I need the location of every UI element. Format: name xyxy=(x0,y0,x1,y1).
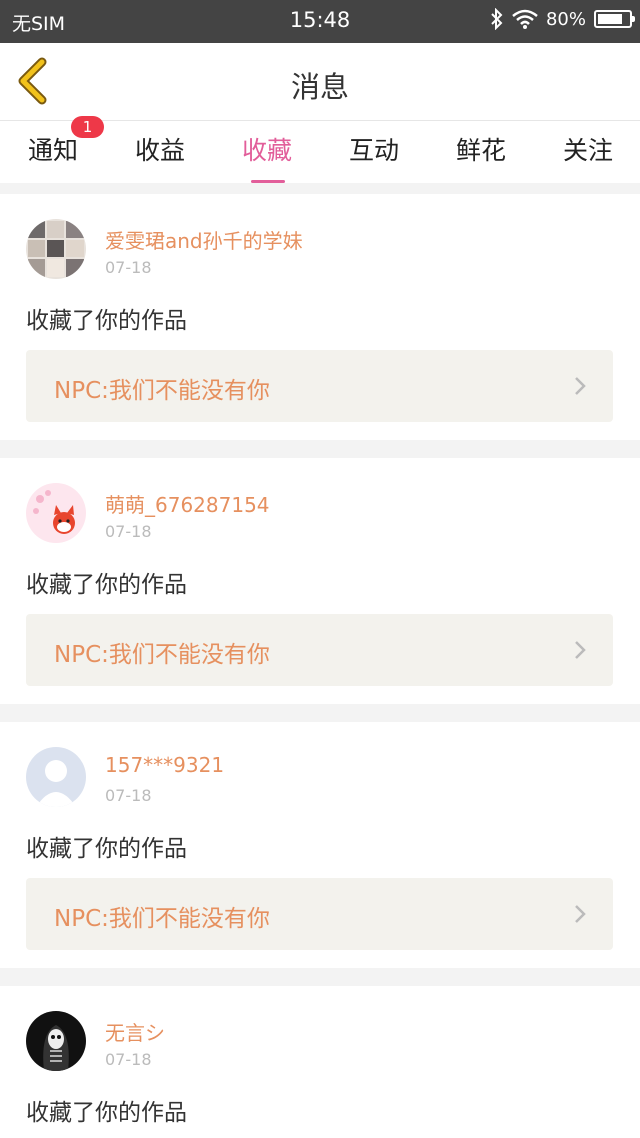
work-title: NPC:我们不能没有你 xyxy=(54,378,270,404)
message-action: 收藏了你的作品 xyxy=(26,1100,187,1126)
tab-earnings[interactable]: 收益 xyxy=(107,131,213,167)
work-title: NPC:我们不能没有你 xyxy=(54,906,270,932)
username[interactable]: 无言シ xyxy=(105,1017,165,1046)
bluetooth-icon xyxy=(491,8,503,30)
message-action: 收藏了你的作品 xyxy=(26,308,187,334)
wifi-icon xyxy=(512,9,538,29)
battery-icon xyxy=(594,10,635,28)
message-action: 收藏了你的作品 xyxy=(26,572,187,598)
avatar[interactable] xyxy=(26,483,86,543)
username[interactable]: 爱雯珺and孙千的学妹 xyxy=(105,225,303,254)
message-card: 萌萌_676287154 07-18 收藏了你的作品 NPC:我们不能没有你 xyxy=(0,458,640,704)
tab-follow[interactable]: 关注 xyxy=(535,131,640,167)
avatar[interactable] xyxy=(26,219,86,279)
page-title: 消息 xyxy=(290,70,349,104)
battery-percent: 80% xyxy=(545,8,586,30)
username[interactable]: 萌萌_676287154 xyxy=(105,489,270,518)
notification-badge: 1 xyxy=(71,116,104,138)
message-date: 07-18 xyxy=(105,1050,152,1069)
chevron-right-icon xyxy=(575,377,586,395)
tab-label: 关注 xyxy=(562,136,613,165)
tab-label: 鲜花 xyxy=(455,136,506,165)
work-link[interactable]: NPC:我们不能没有你 xyxy=(26,614,613,686)
chevron-right-icon xyxy=(575,641,586,659)
status-icons: 80% xyxy=(490,8,635,30)
message-card: 爱雯珺and孙千的学妹 07-18 收藏了你的作品 NPC:我们不能没有你 xyxy=(0,194,640,440)
message-date: 07-18 xyxy=(105,522,152,541)
nav-header: 消息 xyxy=(0,43,640,121)
tab-label: 收益 xyxy=(134,136,185,165)
work-link[interactable]: NPC:我们不能没有你 xyxy=(26,878,613,950)
tab-label: 互动 xyxy=(348,136,399,165)
chevron-right-icon xyxy=(575,905,586,923)
tab-favorites[interactable]: 收藏 xyxy=(214,131,320,183)
work-link[interactable]: NPC:我们不能没有你 xyxy=(26,350,613,422)
message-card: 无言シ 07-18 收藏了你的作品 xyxy=(0,986,640,1138)
tab-interaction[interactable]: 互动 xyxy=(321,131,427,167)
avatar[interactable] xyxy=(26,1011,86,1071)
active-tab-indicator xyxy=(251,180,285,183)
message-action: 收藏了你的作品 xyxy=(26,836,187,862)
tab-flowers[interactable]: 鲜花 xyxy=(428,131,534,167)
avatar[interactable] xyxy=(26,747,86,807)
message-date: 07-18 xyxy=(105,258,152,277)
username[interactable]: 157***9321 xyxy=(105,753,224,777)
status-bar: 无SIM 15:48 80% xyxy=(0,0,640,43)
message-card: 157***9321 07-18 收藏了你的作品 NPC:我们不能没有你 xyxy=(0,722,640,968)
tab-label: 收藏 xyxy=(241,136,292,165)
message-date: 07-18 xyxy=(105,786,152,805)
work-title: NPC:我们不能没有你 xyxy=(54,642,270,668)
tab-label: 通知 xyxy=(27,136,78,165)
